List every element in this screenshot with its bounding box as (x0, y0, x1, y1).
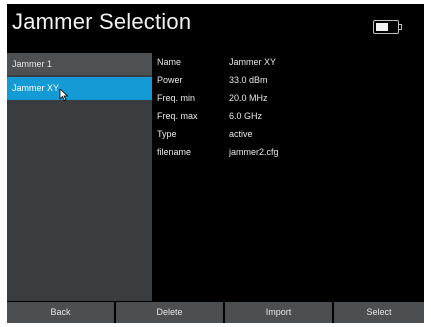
detail-value: Jammer XY (229, 57, 277, 67)
detail-row-power: Power 33.0 dBm (157, 75, 417, 89)
detail-row-freq-min: Freq. min 20.0 MHz (157, 93, 417, 107)
detail-label: Power (157, 75, 183, 85)
battery-body (373, 20, 399, 34)
battery-icon (373, 20, 403, 36)
detail-label: Freq. max (157, 111, 198, 121)
detail-label: Name (157, 57, 182, 67)
detail-row-name: Name Jammer XY (157, 57, 417, 71)
softkey-bar: Back Delete Import Select (7, 302, 424, 323)
detail-value: 20.0 MHz (229, 93, 268, 103)
detail-label: Type (157, 129, 177, 139)
detail-value: 33.0 dBm (229, 75, 268, 85)
detail-label: Freq. min (157, 93, 196, 103)
list-item-jammer-1[interactable]: Jammer 1 (7, 53, 152, 75)
detail-row-filename: filename jammer2.cfg (157, 147, 417, 161)
battery-tip (399, 24, 402, 30)
title-bar: Jammer Selection (7, 4, 424, 48)
detail-label: filename (157, 147, 192, 157)
back-button[interactable]: Back (7, 302, 114, 323)
list-item-jammer-xy-selected[interactable]: Jammer XY (7, 77, 152, 100)
detail-value: jammer2.cfg (229, 147, 279, 157)
select-button[interactable]: Select (334, 302, 424, 323)
delete-button[interactable]: Delete (116, 302, 223, 323)
page-title: Jammer Selection (12, 9, 192, 34)
jammer-list[interactable]: Jammer 1 Jammer XY (7, 53, 152, 301)
mouse-pointer-icon (59, 89, 69, 101)
device-screen: Jammer Selection Jammer 1 Jammer XY Name… (7, 4, 424, 323)
detail-row-type: Type active (157, 129, 417, 143)
battery-fill (376, 23, 388, 31)
detail-value: 6.0 GHz (229, 111, 263, 121)
detail-row-freq-max: Freq. max 6.0 GHz (157, 111, 417, 125)
detail-value: active (229, 129, 253, 139)
import-button[interactable]: Import (225, 302, 332, 323)
